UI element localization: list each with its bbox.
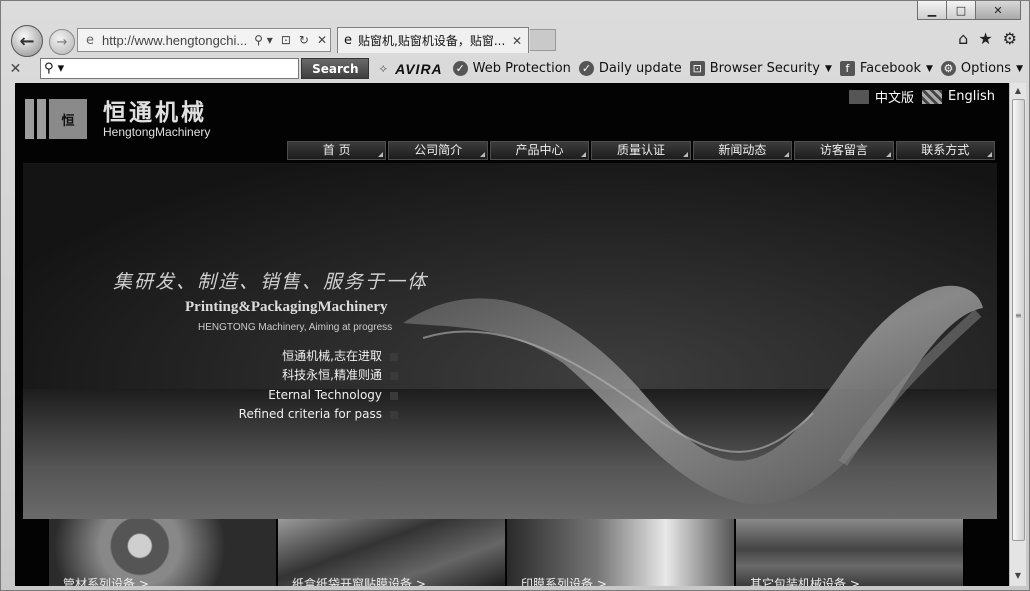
options-item[interactable]: ⚙ Options ▼ (940, 61, 1023, 76)
product-thumb[interactable]: 管材系列设备 > (49, 519, 276, 586)
options-label: Options (960, 61, 1012, 76)
uk-flag-icon[interactable] (922, 89, 943, 104)
toolbar-search-box[interactable]: ⚲ ▾ (40, 58, 300, 79)
logo-text: 恒通机械 HengtongMachinery (103, 100, 210, 139)
lock-icon: ⊡ (689, 61, 705, 76)
logo-mark: 恒 (25, 99, 91, 139)
web-protection-label: Web Protection (472, 61, 571, 76)
scroll-grip-icon: ≡ (1015, 311, 1022, 320)
tab-title: 贴窗机,贴窗机设备，贴窗... (358, 34, 506, 48)
stop-icon[interactable]: ✕ (314, 33, 330, 47)
star-icon[interactable]: ★ (978, 29, 992, 48)
lang-cn-link[interactable]: 中文版 (875, 87, 914, 106)
refresh-icon[interactable]: ↻ (296, 33, 312, 47)
tab-active[interactable]: e 贴窗机,贴窗机设备，贴窗... ✕ (337, 27, 529, 53)
search-button[interactable]: Search (301, 58, 370, 79)
scroll-down-icon[interactable]: ▼ (1012, 571, 1024, 583)
nav-contact[interactable]: 联系方式 (895, 141, 995, 160)
nav-guestbook[interactable]: 访客留言 (794, 141, 894, 160)
logo-cn: 恒通机械 (103, 99, 207, 126)
facebook-item[interactable]: f Facebook ▼ (839, 61, 933, 76)
chevron-down-icon: ▼ (824, 63, 832, 74)
compat-view-icon[interactable]: ⊡ (278, 33, 294, 47)
site-logo[interactable]: 恒 恒通机械 HengtongMachinery (25, 99, 210, 139)
ie-page-icon: e (86, 32, 94, 48)
lang-en-link[interactable]: English (948, 89, 995, 104)
browser-right-icons: ⌂ ★ ⚙ (958, 29, 1017, 48)
back-button[interactable]: ← (11, 25, 43, 57)
banner-motto: 恒通机械,志在进取 (282, 347, 398, 364)
scroll-up-icon[interactable]: ▲ (1012, 86, 1024, 98)
toolbar-separator-icon: ⟡ (379, 61, 388, 75)
page-viewport: 恒 恒通机械 HengtongMachinery 中文版 English 首 页… (15, 83, 1009, 586)
scrollbar-thumb[interactable] (1012, 99, 1025, 541)
daily-update-label: Daily update (598, 61, 682, 76)
banner-headline: 集研发、制造、销售、服务于一体 (113, 271, 429, 293)
banner-motto: 科技永恒,精准则通 (282, 366, 398, 383)
check-icon: ✓ (578, 61, 594, 76)
back-arrow-icon: ← (19, 30, 35, 52)
logo-mark-glyph: 恒 (49, 99, 87, 139)
china-flag-icon[interactable] (849, 89, 870, 104)
chevron-down-icon: ▼ (925, 63, 933, 74)
facebook-label: Facebook (859, 61, 921, 76)
tab-ie-icon: e (344, 33, 352, 48)
toolbar-close-icon[interactable]: ✕ (1, 61, 30, 77)
avira-toolbar: ✕ ⚲ ▾ Search ⟡ AVIRA ✓ Web Protection ✓ … (1, 55, 1030, 82)
caption-buttons: ▁ □ ✕ (917, 1, 1021, 20)
product-caption: 管材系列设备 > (63, 577, 149, 586)
product-thumbnails: 管材系列设备 > 纸盒纸袋开窗贴膜设备 > 印膜系列设备 > 其它包装机械设备 … (49, 519, 963, 586)
search-icon[interactable]: ⚲ ▾ (44, 61, 64, 76)
tab-close-icon[interactable]: ✕ (512, 34, 522, 48)
browser-window: ▁ □ ✕ ← → e http://www.hengtongchi... ⚲ … (0, 0, 1030, 591)
hero-banner: 集研发、制造、销售、服务于一体 Printing&PackagingMachin… (23, 163, 997, 519)
nav-home[interactable]: 首 页 (287, 141, 387, 160)
check-icon: ✓ (452, 61, 468, 76)
language-switch: 中文版 English (849, 87, 995, 106)
nav-news[interactable]: 新闻动态 (692, 141, 793, 160)
nav-products[interactable]: 产品中心 (489, 141, 590, 160)
address-bar[interactable]: e http://www.hengtongchi... ⚲ ▾ ⊡ ↻ ✕ (77, 28, 331, 52)
chevron-down-icon: ▼ (1016, 63, 1023, 74)
banner-motto: Refined criteria for pass (239, 407, 398, 421)
product-thumb[interactable]: 纸盒纸袋开窗贴膜设备 > (278, 519, 505, 586)
minimize-button[interactable]: ▁ (917, 1, 947, 20)
banner-subtitle: Printing&PackagingMachinery (185, 299, 388, 315)
facebook-icon: f (839, 61, 855, 76)
logo-en: HengtongMachinery (103, 124, 211, 139)
maximize-button[interactable]: □ (947, 1, 976, 20)
product-thumb[interactable]: 其它包装机械设备 > (736, 519, 963, 586)
banner-tagline: HENGTONG Machinery, Aiming at progress (198, 322, 393, 333)
nav-quality[interactable]: 质量认证 (591, 141, 691, 160)
navigation-bar: ← → e http://www.hengtongchi... ⚲ ▾ ⊡ ↻ … (1, 23, 1030, 57)
forward-arrow-icon: → (56, 34, 68, 50)
gear-icon: ⚙ (940, 61, 956, 76)
browser-security-item[interactable]: ⊡ Browser Security ▼ (689, 61, 832, 76)
new-tab-button[interactable] (530, 29, 556, 51)
browser-security-label: Browser Security (709, 61, 820, 76)
home-icon[interactable]: ⌂ (958, 29, 968, 48)
vertical-scrollbar[interactable]: ▲ ≡ ▼ (1009, 83, 1026, 586)
product-caption: 其它包装机械设备 > (750, 577, 860, 586)
gear-icon[interactable]: ⚙ (1003, 29, 1017, 48)
nav-about[interactable]: 公司简介 (388, 141, 488, 160)
web-protection-item[interactable]: ✓ Web Protection (452, 61, 571, 76)
silk-ribbon-graphic (403, 285, 983, 505)
forward-button[interactable]: → (49, 29, 75, 55)
product-caption: 印膜系列设备 > (521, 577, 607, 586)
daily-update-item[interactable]: ✓ Daily update (578, 61, 682, 76)
product-caption: 纸盒纸袋开窗贴膜设备 > (292, 577, 426, 586)
close-window-button[interactable]: ✕ (976, 1, 1021, 20)
avira-logo[interactable]: AVIRA (395, 61, 443, 77)
site-nav: 首 页 公司简介 产品中心 质量认证 新闻动态 访客留言 联系方式 (287, 141, 995, 160)
toolbar-search-input[interactable] (64, 59, 299, 78)
banner-motto: Eternal Technology (268, 388, 398, 402)
address-url[interactable]: http://www.hengtongchi... (102, 33, 249, 48)
search-dropdown-icon[interactable]: ⚲ ▾ (251, 33, 276, 47)
product-thumb[interactable]: 印膜系列设备 > (507, 519, 734, 586)
